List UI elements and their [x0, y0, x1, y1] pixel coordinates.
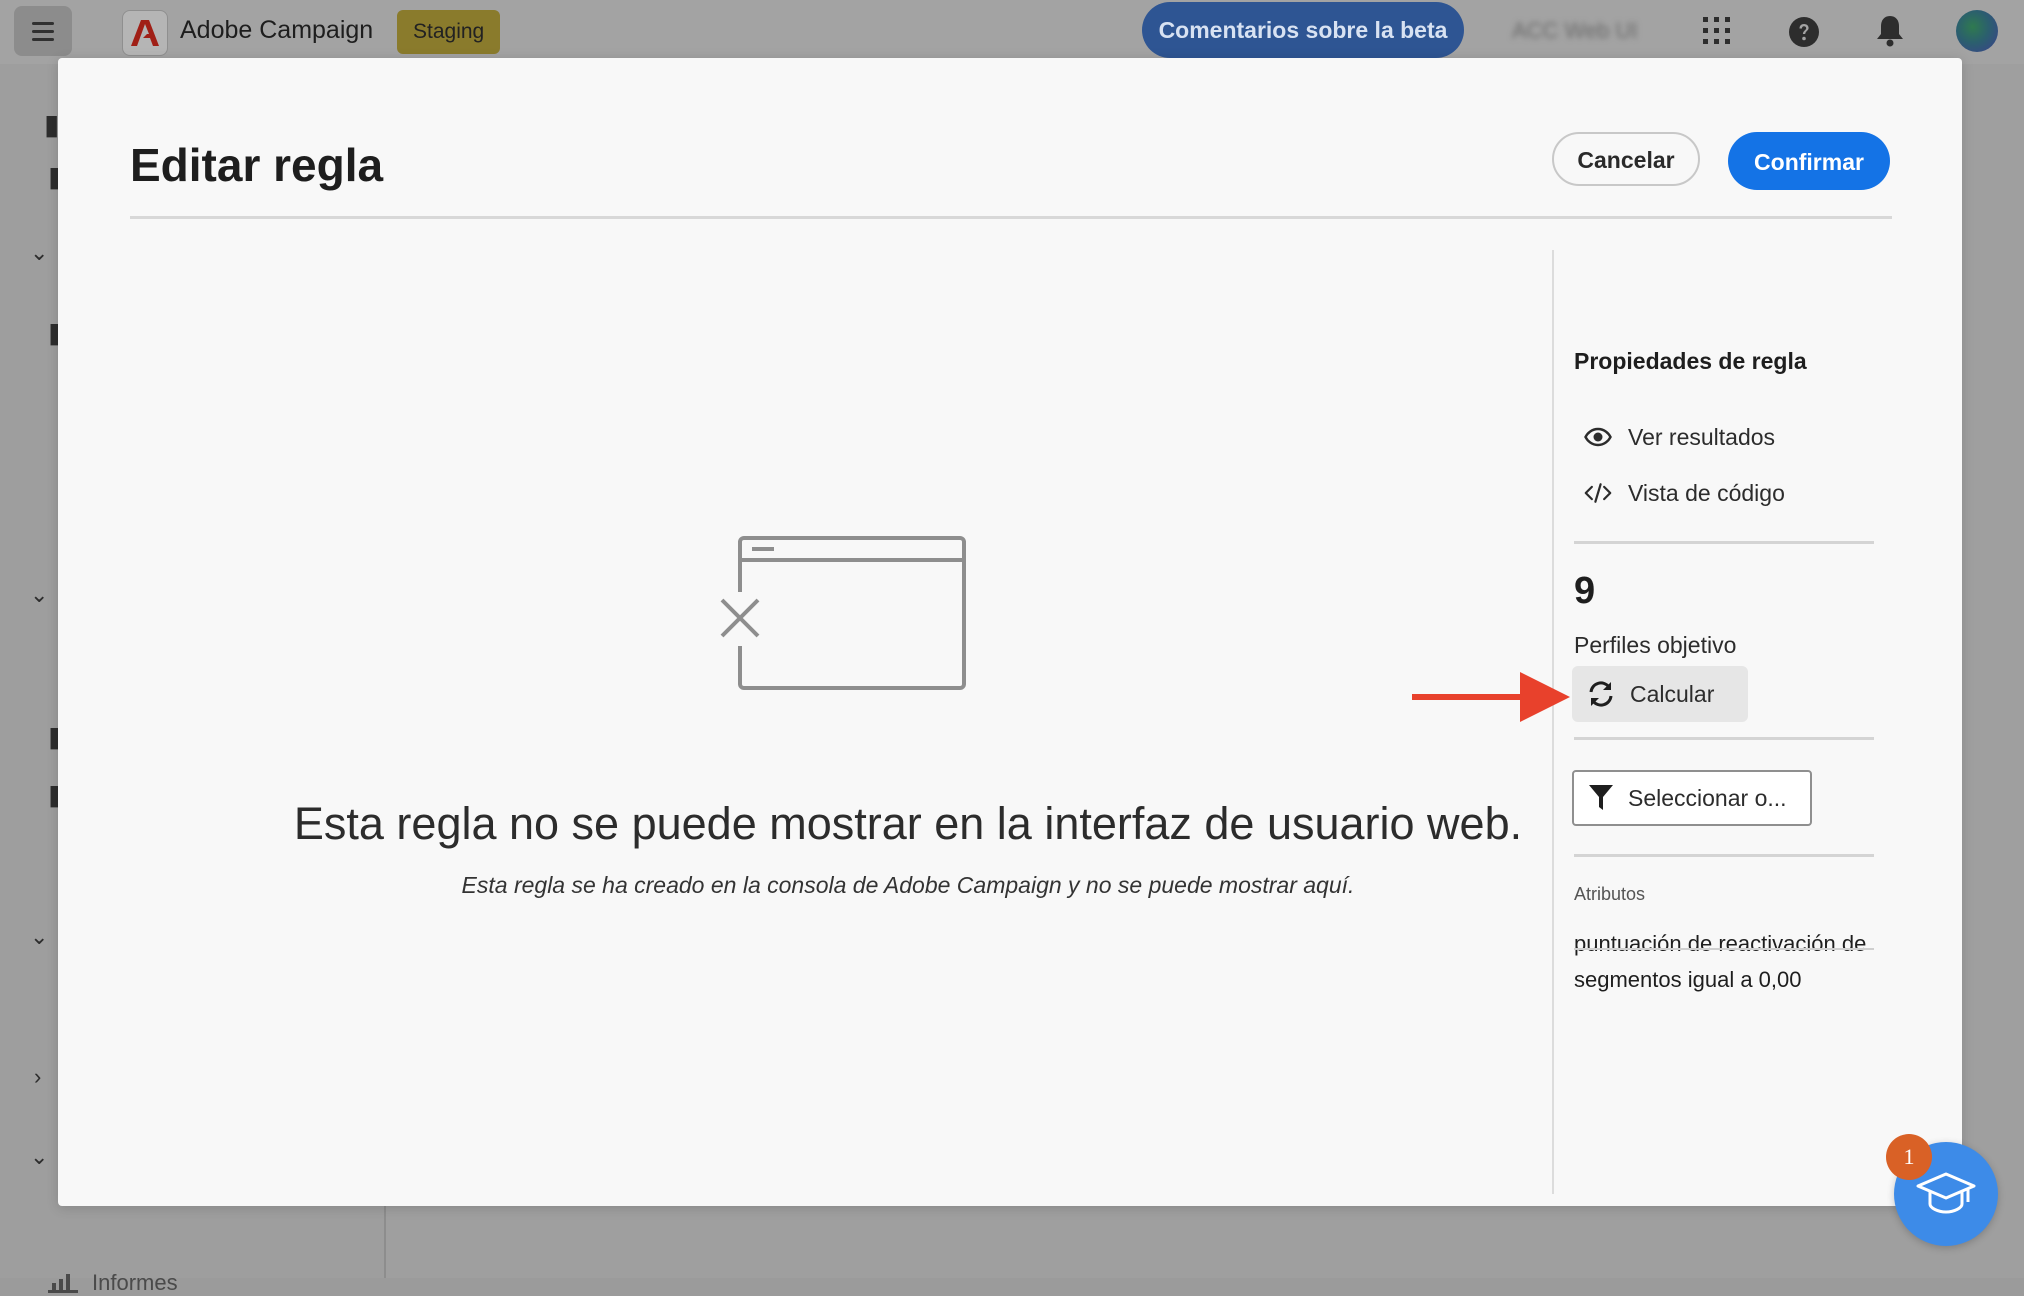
user-avatar[interactable] [1956, 10, 1998, 52]
code-icon [1584, 479, 1612, 507]
chevron-down-icon[interactable]: ⌄ [30, 240, 48, 266]
environment-badge: Staging [397, 10, 501, 54]
notifications-bell-icon[interactable] [1874, 14, 1906, 48]
confirm-button[interactable]: Confirmar [1728, 132, 1890, 190]
sidebar-item-reports[interactable]: Informes [48, 1270, 178, 1296]
panel-separator [1574, 541, 1874, 544]
select-or-button[interactable]: Seleccionar o... [1572, 770, 1812, 826]
notification-count-badge: 1 [1886, 1134, 1932, 1180]
reports-icon [48, 1274, 78, 1293]
user-org-label[interactable]: ACC Web UI [1512, 18, 1638, 44]
eye-icon [1584, 423, 1612, 451]
target-profiles-label: Perfiles objetivo [1574, 632, 1737, 658]
chevron-down-icon[interactable]: ⌄ [30, 582, 48, 608]
sidebar-item-label: Informes [92, 1270, 178, 1295]
calculate-button[interactable]: Calcular [1572, 666, 1748, 722]
target-profiles-count: 9 [1574, 570, 1596, 612]
code-view-link[interactable]: Vista de código [1584, 476, 1785, 510]
filter-icon [1589, 785, 1613, 810]
app-name: Adobe Campaign [180, 16, 374, 44]
calculate-label: Calcular [1630, 680, 1715, 707]
edit-rule-dialog: Editar regla Cancelar Confirmar Esta reg… [58, 58, 1962, 1206]
menu-icon[interactable] [14, 6, 72, 56]
beta-feedback-button[interactable]: Comentarios sobre la beta [1142, 2, 1464, 58]
empty-state-subtitle: Esta regla se ha creado en la consola de… [461, 872, 1355, 898]
chevron-right-icon[interactable]: › [34, 1064, 41, 1090]
view-results-link[interactable]: Ver resultados [1584, 420, 1775, 454]
attributes-label: Atributos [1574, 884, 1646, 904]
code-view-label: Vista de código [1628, 479, 1785, 506]
annotation-arrow-icon [1412, 672, 1570, 722]
help-icon[interactable] [1788, 16, 1820, 48]
chevron-down-icon[interactable]: ⌄ [30, 1144, 48, 1170]
cancel-button[interactable]: Cancelar [1552, 132, 1700, 186]
chevron-down-icon[interactable]: ⌄ [30, 924, 48, 950]
title-divider [130, 216, 1892, 219]
panel-separator [1574, 948, 1874, 950]
dialog-title: Editar regla [130, 139, 384, 191]
refresh-icon [1589, 681, 1613, 707]
graduation-cap-icon [1916, 1172, 1976, 1214]
apps-grid-icon[interactable] [1702, 16, 1732, 46]
attributes-value: puntuación de reactivación de segmentos … [1574, 931, 1867, 992]
top-bar: Adobe Campaign Staging Comentarios sobre… [0, 0, 2024, 64]
panel-separator [1574, 737, 1874, 740]
adobe-logo-icon [122, 10, 168, 56]
broken-window-icon [718, 536, 966, 690]
view-results-label: Ver resultados [1628, 423, 1776, 450]
empty-state-title: Esta regla no se puede mostrar en la int… [293, 798, 1523, 849]
rule-properties-title: Propiedades de regla [1574, 348, 1807, 374]
panel-separator [1574, 854, 1874, 857]
select-or-label: Seleccionar o... [1628, 784, 1787, 811]
